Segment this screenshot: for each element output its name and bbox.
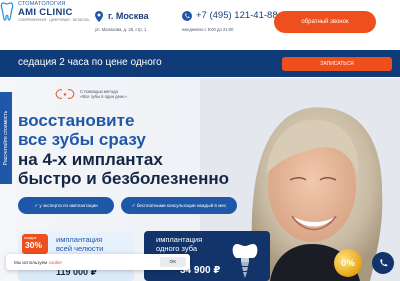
laurel-award-icon: ★	[55, 89, 75, 99]
tooth-implant-icon	[232, 244, 258, 278]
logo-name[interactable]: AMI CLINIC	[18, 7, 73, 18]
address: ул. Малахова, д. 26, стр. 1	[95, 27, 147, 32]
discount-badge-value: 30%	[25, 240, 43, 250]
method-caption: С помощью метода «Все зубы в один день»	[80, 89, 127, 100]
call-button[interactable]	[372, 252, 394, 274]
phone-icon	[182, 11, 192, 21]
offer-card-full-jaw-title: имплантация всей челюсти	[56, 235, 103, 253]
headline-line-3: на 4-х имплантах	[18, 150, 163, 169]
working-hours: ежедневно с 9:00 до 21:00	[182, 27, 234, 32]
offer-card-full-jaw-title-1: имплантация	[56, 235, 103, 244]
offer-card-full-jaw-title-2: всей челюсти	[56, 244, 104, 253]
svg-text:★: ★	[63, 92, 68, 98]
cookie-accept-button[interactable]: OK	[160, 257, 186, 267]
offer-card-single-tooth-title-1: имплантация	[156, 235, 203, 244]
headline-line-2: все зубы сразу	[18, 130, 146, 149]
phone-handset-icon	[379, 258, 387, 266]
promo-signup-button[interactable]: ЗАПИСАТЬСЯ	[282, 57, 392, 71]
callback-button[interactable]: обратный звонок	[274, 11, 376, 33]
offer-card-single-tooth-title: имплантация одного зуба	[156, 235, 202, 253]
headline-line-4: быстро и безболезненно	[18, 169, 230, 188]
headline-line-1: восстановите	[18, 111, 135, 130]
benefit-pill-consultations: ✓ бесплатными консультации каждый 6 мес	[121, 197, 237, 214]
offer-card-single-tooth-title-2: одного зуба	[156, 244, 198, 253]
tooth-logo-icon	[0, 0, 14, 24]
map-pin-icon	[95, 11, 103, 22]
method-caption-line2: «Все зубы в один день»	[80, 94, 127, 100]
zero-percent-badge[interactable]: 0%	[334, 249, 362, 277]
city-selector[interactable]: г. Москва	[108, 11, 149, 21]
promo-text: седация 2 часа по цене одного	[18, 57, 162, 68]
phone-number[interactable]: +7 (495) 121-41-88	[196, 10, 278, 21]
cookie-policy-link[interactable]: cookie	[49, 260, 62, 265]
benefit-pill-expert: ✓ у эксперта по имплантации	[18, 197, 114, 214]
calculate-cost-tab-label: Рассчитайте стоимость	[3, 110, 9, 166]
cookie-notice-text: Мы используем cookie	[14, 260, 62, 265]
cookie-notice-message: Мы используем	[14, 260, 48, 265]
logo-tagline: СОВРЕМЕННАЯ · ЦИФРОВАЯ · БЕЗБОЛЬ	[18, 18, 90, 22]
